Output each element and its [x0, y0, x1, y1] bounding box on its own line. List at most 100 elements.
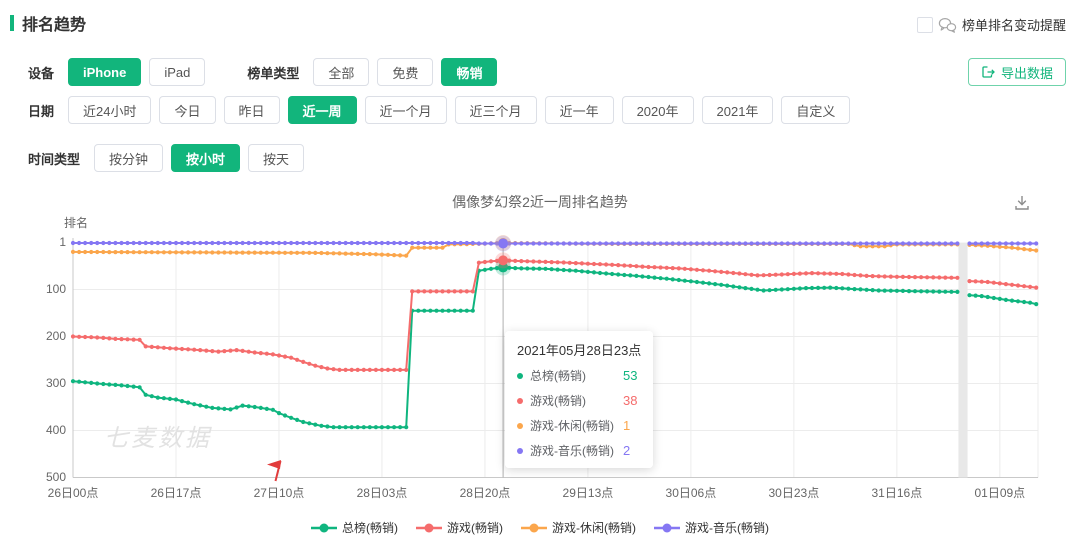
series-dot [325, 366, 329, 370]
series-dot [737, 241, 741, 245]
series-dot [871, 274, 875, 278]
series-dot [277, 411, 281, 415]
series-dot [374, 425, 378, 429]
series-dot [980, 294, 984, 298]
series-dot [150, 241, 154, 245]
legend-item[interactable]: 游戏(畅销) [416, 519, 503, 536]
series-dot [331, 241, 335, 245]
series-dot [447, 241, 451, 245]
event-flag-icon[interactable] [266, 459, 286, 482]
legend-item[interactable]: 游戏-休闲(畅销) [521, 519, 636, 536]
tooltip-row: 游戏-音乐(畅销)2 [517, 442, 641, 459]
series-dot [1034, 286, 1038, 290]
series-dot [652, 276, 656, 280]
series-dot [295, 241, 299, 245]
series-dot [301, 420, 305, 424]
series-dot [198, 241, 202, 245]
series-dot [640, 241, 644, 245]
series-dot [259, 406, 263, 410]
series-dot [174, 347, 178, 351]
legend-item[interactable]: 总榜(畅销) [311, 519, 398, 536]
series-dot [568, 241, 572, 245]
series-dot [816, 286, 820, 290]
series-dot [198, 403, 202, 407]
series-dot [319, 424, 323, 428]
series-dot [325, 241, 329, 245]
series-dot [1010, 299, 1014, 303]
series-dot [562, 241, 566, 245]
series-dot [925, 289, 929, 293]
series-dot [313, 423, 317, 427]
series-dot [798, 272, 802, 276]
series-dot [743, 286, 747, 290]
series-dot [919, 275, 923, 279]
series-dot [646, 265, 650, 269]
series-dot [83, 335, 87, 339]
series-dot [107, 241, 111, 245]
series-dot [659, 265, 663, 269]
series-dot [967, 279, 971, 283]
series-dot [919, 241, 923, 245]
series-dot [574, 261, 578, 265]
series-dot [204, 405, 208, 409]
series-dot [313, 241, 317, 245]
series-dot [949, 290, 953, 294]
series-dot [386, 253, 390, 257]
series-dot [259, 351, 263, 355]
y-tick-label: 1 [6, 235, 66, 249]
series-dot [253, 350, 257, 354]
series-dot [410, 289, 414, 293]
series-dot [937, 290, 941, 294]
series-dot [556, 260, 560, 264]
series-dot [804, 241, 808, 245]
series-dot [119, 337, 123, 341]
series-dot [1004, 245, 1008, 249]
series-dot [967, 293, 971, 297]
series-dot [156, 241, 160, 245]
series-dot [852, 287, 856, 291]
series-dot [659, 276, 663, 280]
series-dot [216, 241, 220, 245]
series-dot [622, 263, 626, 267]
series-dot [162, 241, 166, 245]
series-dot [610, 263, 614, 267]
series-dot [392, 425, 396, 429]
series-dot [592, 270, 596, 274]
series-dot [144, 241, 148, 245]
legend-item[interactable]: 游戏-音乐(畅销) [654, 519, 769, 536]
series-dot [1010, 246, 1014, 250]
series-dot [216, 350, 220, 354]
series-dot [858, 241, 862, 245]
series-dot [889, 241, 893, 245]
series-dot [858, 273, 862, 277]
series-dot [901, 241, 905, 245]
series-line [970, 295, 1037, 304]
series-dot [125, 337, 129, 341]
series-dot [295, 418, 299, 422]
series-dot [362, 425, 366, 429]
series-dot [537, 260, 541, 264]
series-dot [622, 241, 626, 245]
series-dot [259, 251, 263, 255]
series-dot [113, 337, 117, 341]
series-dot [677, 278, 681, 282]
series-dot [695, 280, 699, 284]
series-dot [277, 353, 281, 357]
series-dot [95, 250, 99, 254]
tooltip-series-dot [517, 448, 523, 454]
series-dot [737, 285, 741, 289]
series-dot [895, 275, 899, 279]
x-tick-label: 29日13点 [563, 484, 614, 501]
series-dot [192, 402, 196, 406]
series-dot [780, 287, 784, 291]
series-dot [331, 367, 335, 371]
series-dot [749, 241, 753, 245]
series-dot [955, 276, 959, 280]
series-dot [628, 241, 632, 245]
y-tick-label: 500 [6, 470, 66, 484]
series-dot [301, 251, 305, 255]
series-dot [83, 380, 87, 384]
series-dot [89, 381, 93, 385]
series-dot [798, 286, 802, 290]
series-dot [1022, 247, 1026, 251]
